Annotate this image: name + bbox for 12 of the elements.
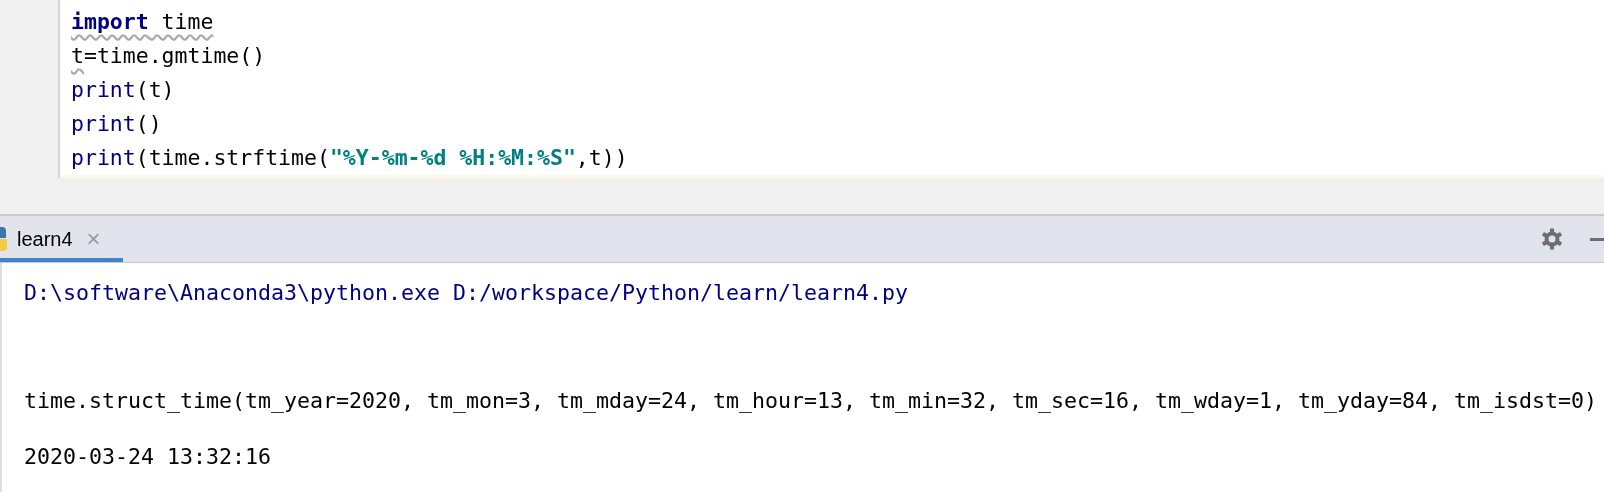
settings-icon[interactable] [1540, 227, 1564, 251]
console-line: D:\software\Anaconda3\python.exe D:/workspace/Python/learn/learn4.py [24, 279, 910, 307]
console-line: time.struct_time(tm_year=2020, tm_mon=3, tm_mday=24, tm_hour=13, tm_min=32, tm_sec=16, tm_wday=1, tm_yday=84, tm_isdst=0) [24, 387, 1599, 415]
code-line: print(t) [71, 76, 176, 104]
code-line: import time [71, 8, 215, 36]
code-line: t=time.gmtime() [71, 42, 267, 70]
code-line: print() [71, 110, 163, 138]
python-icon [0, 227, 7, 251]
console-line: 2020-03-24 13:32:16 [24, 443, 272, 471]
minimize-icon[interactable] [1590, 237, 1604, 241]
run-tab[interactable]: learn4 × [0, 216, 123, 262]
code-line: print(time.strftime("%Y-%m-%d %H:%M:%S",t)) [71, 144, 629, 172]
